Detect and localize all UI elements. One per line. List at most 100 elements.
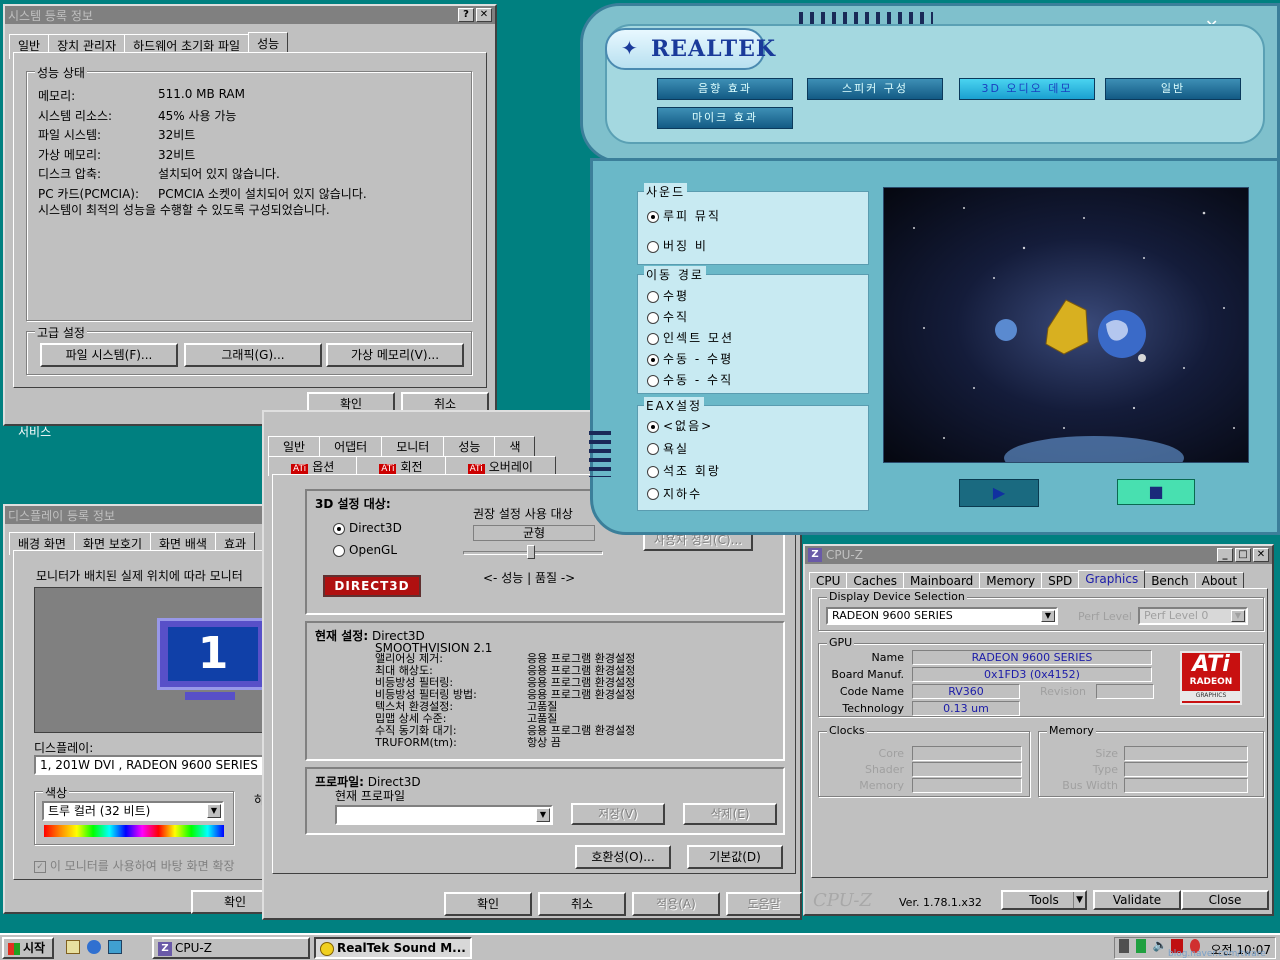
chevron-down-icon[interactable]: ▼ <box>1231 610 1245 622</box>
mem-type-label: Type <box>1092 763 1118 776</box>
tab-overlay[interactable]: ATi 오버레이 <box>444 456 556 476</box>
radio-icon <box>647 488 659 500</box>
close-icon[interactable]: ✕ <box>1253 548 1269 562</box>
device-select[interactable]: RADEON 9600 SERIES ▼ <box>826 607 1058 625</box>
mem-type-value <box>1124 762 1248 777</box>
3d-audio-demo-button[interactable]: 3D 오디오 데모 <box>959 78 1095 100</box>
tab-options[interactable]: ATi 옵션 <box>268 456 358 476</box>
group-label: 사운드 <box>644 183 688 200</box>
realtek-header: – ✕ ✦ REALTEK 음향 효과 스피커 구성 3D 오디오 데모 일반 … <box>580 3 1280 163</box>
radio-label: 수직 <box>663 310 690 324</box>
close-button[interactable]: Close <box>1181 890 1269 910</box>
task-realtek[interactable]: RealTek Sound M... <box>314 937 472 959</box>
close-icon[interactable]: ✕ <box>476 8 492 22</box>
display-field[interactable]: 1, 201W DVI , RADEON 9600 SERIES <box>34 755 268 775</box>
sound-effects-button[interactable]: 음향 효과 <box>657 78 793 100</box>
radio-option[interactable]: 루피 뮤직 <box>647 207 721 224</box>
cancel-button[interactable]: 취소 <box>538 892 626 916</box>
cpuz-titlebar[interactable]: Z CPU-Z _ □ ✕ <box>805 546 1272 564</box>
tools-label: Tools <box>1029 893 1059 907</box>
tab-rotation[interactable]: ATi 회전 <box>356 456 446 476</box>
perf-row-label: 가상 메모리: <box>38 147 102 162</box>
file-system-button[interactable]: 파일 시스템(F)... <box>40 343 178 367</box>
radio-option[interactable]: 수동 - 수직 <box>647 371 733 388</box>
chevron-down-icon: ▼ <box>1073 892 1083 908</box>
apply-button[interactable]: 적용(A) <box>632 892 720 916</box>
ok-button[interactable]: 확인 <box>444 892 532 916</box>
defaults-button[interactable]: 기본값(D) <box>687 845 783 869</box>
browser-icon[interactable] <box>86 939 101 954</box>
radio-option[interactable]: 수동 - 수평 <box>647 350 733 367</box>
virtual-memory-button[interactable]: 가상 메모리(V)... <box>326 343 464 367</box>
setting-name: TRUFORM(tm): <box>375 736 457 749</box>
technology-value: 0.13 um <box>912 701 1020 716</box>
cpuz-logo-icon: Z <box>808 548 822 562</box>
perf-row-label: 메모리: <box>38 89 76 103</box>
graphics-button[interactable]: 그래픽(G)... <box>184 343 322 367</box>
extend-desktop-checkbox[interactable]: ✓ 이 모니터를 사용하여 바탕 화면 확장 <box>34 857 235 874</box>
label: 현재 설정: <box>315 629 369 643</box>
delete-button[interactable]: 삭제(E) <box>683 803 777 825</box>
ati-icon: ATi <box>291 464 309 474</box>
task-cpuz[interactable]: Z CPU-Z <box>152 937 310 959</box>
volume-icon[interactable]: 🔈 <box>1153 938 1168 952</box>
radio-option[interactable]: <없음> <box>647 417 713 434</box>
minimize-icon[interactable]: _ <box>1217 548 1233 562</box>
radio-icon <box>333 544 345 557</box>
direct3d-logo: DIRECT3D <box>323 575 421 597</box>
realtek-sound-manager: – ✕ ✦ REALTEK 음향 효과 스피커 구성 3D 오디오 데모 일반 … <box>580 3 1280 535</box>
radio-icon <box>647 465 659 478</box>
system-properties-titlebar[interactable]: 시스템 등록 정보 ? ✕ <box>5 6 495 24</box>
channels-icon[interactable] <box>107 939 122 954</box>
save-button[interactable]: 저장(V) <box>571 803 665 825</box>
tab-monitor[interactable]: 모니터 <box>381 436 445 456</box>
tab-performance[interactable]: 성능 <box>443 436 496 456</box>
radio-option[interactable]: 버징 비 <box>647 237 708 254</box>
direct3d-radio[interactable]: Direct3D <box>333 521 402 535</box>
perf-row-label: PC 카드(PCMCIA): <box>38 186 140 201</box>
task-label: CPU-Z <box>175 941 212 955</box>
show-desktop-icon[interactable] <box>66 939 80 954</box>
radio-option[interactable]: 수직 <box>647 308 689 325</box>
radio-option[interactable]: 욕실 <box>647 440 689 457</box>
name-label: Name <box>871 651 904 664</box>
general-button[interactable]: 일반 <box>1105 78 1241 100</box>
validate-button[interactable]: Validate <box>1093 890 1181 910</box>
start-button[interactable]: 시작 <box>2 937 54 959</box>
speaker-config-button[interactable]: 스피커 구성 <box>807 78 943 100</box>
radio-option[interactable]: 지하수 <box>647 485 702 502</box>
monitor-icon[interactable]: 1 <box>157 618 267 690</box>
side-handle[interactable] <box>589 431 611 477</box>
radio-label: Direct3D <box>349 521 402 535</box>
opengl-radio[interactable]: OpenGL <box>333 543 397 557</box>
network-icon[interactable] <box>1119 938 1129 953</box>
compatibility-button[interactable]: 호환성(O)... <box>575 845 671 869</box>
radio-icon <box>647 443 659 455</box>
planet-tiny <box>1138 354 1146 362</box>
performance-message: 시스템이 최적의 성능을 수행할 수 있도록 구성되었습니다. <box>38 203 330 217</box>
radio-option[interactable]: 석조 회랑 <box>647 462 721 479</box>
radio-option[interactable]: 수평 <box>647 287 689 304</box>
help-button[interactable]: 도움말 <box>726 892 802 916</box>
chevron-down-icon[interactable]: ▼ <box>536 808 550 822</box>
mic-effects-button[interactable]: 마이크 효과 <box>657 107 793 129</box>
stop-button[interactable]: ■ <box>1117 479 1195 505</box>
maximize-icon[interactable]: □ <box>1235 548 1251 562</box>
tab-general[interactable]: 일반 <box>268 436 321 456</box>
chevron-down-icon[interactable]: ▼ <box>207 804 221 818</box>
color-select[interactable]: 트루 컬러 (32 비트) ▼ <box>42 801 224 821</box>
play-button[interactable]: ▶ <box>959 479 1039 507</box>
tray-app-icon[interactable] <box>1135 938 1146 953</box>
radio-icon <box>647 210 659 223</box>
chevron-down-icon[interactable]: ▼ <box>1041 610 1055 622</box>
profile-select[interactable]: ▼ <box>335 805 553 825</box>
radio-option[interactable]: 인섹트 모션 <box>647 329 734 346</box>
tab-adapter[interactable]: 어댑터 <box>319 436 383 456</box>
display-properties-titlebar[interactable]: 디스플레이 등록 정보 <box>5 506 263 524</box>
tab-graphics[interactable]: Graphics <box>1078 570 1146 588</box>
perf-level-select[interactable]: Perf Level 0 ▼ <box>1138 607 1248 625</box>
help-icon[interactable]: ? <box>458 8 474 22</box>
tab-color[interactable]: 색 <box>494 436 536 456</box>
slider-thumb[interactable] <box>527 545 535 559</box>
tools-button[interactable]: Tools ▼ <box>1001 890 1087 910</box>
